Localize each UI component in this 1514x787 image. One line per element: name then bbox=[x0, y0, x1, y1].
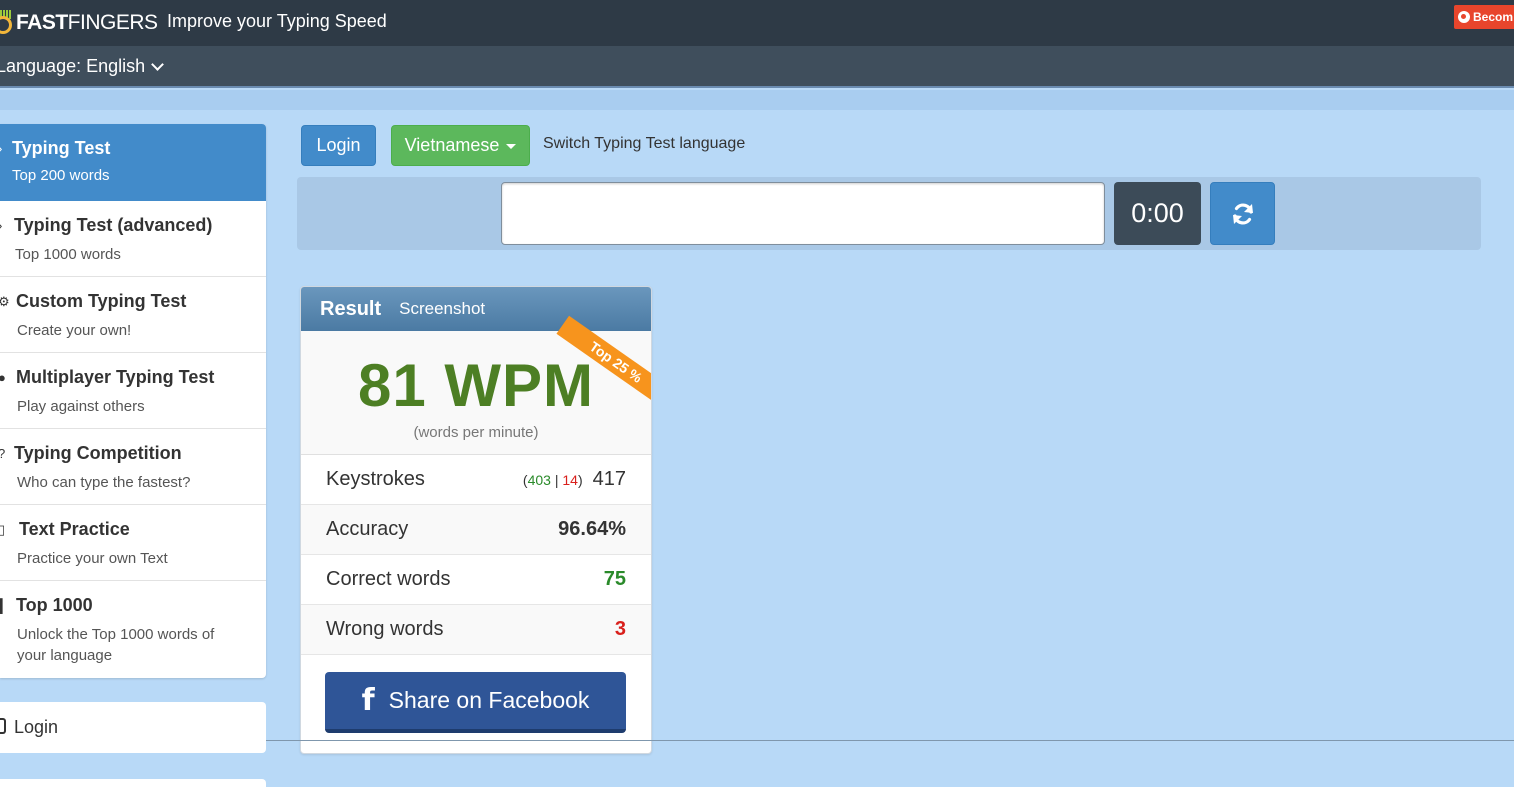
sidebar-menu: › Typing Test Top 200 words › Typing Tes… bbox=[0, 124, 266, 678]
wrong-words-row: Wrong words 3 bbox=[301, 605, 651, 655]
trophy-icon: ? bbox=[0, 446, 5, 461]
logo-icon bbox=[0, 10, 14, 36]
sidebar-item-title: Multiplayer Typing Test bbox=[16, 367, 215, 387]
wrong-words-value: 3 bbox=[614, 618, 626, 640]
wpm-caption: (words per minute) bbox=[413, 424, 539, 441]
site-logo[interactable]: FASTFINGERS bbox=[0, 8, 158, 38]
result-header: Result Screenshot bbox=[301, 287, 651, 331]
document-icon: ▯ bbox=[0, 522, 6, 537]
chevron-down-icon bbox=[151, 57, 164, 71]
sub-band bbox=[0, 90, 1514, 110]
language-bar: Language: English bbox=[0, 46, 1514, 88]
sidebar-item-title: Typing Test bbox=[12, 138, 111, 158]
patreon-icon bbox=[1458, 11, 1470, 23]
site-tagline: Improve your Typing Speed bbox=[167, 11, 387, 31]
sidebar-login-label: Login bbox=[14, 717, 59, 737]
patreon-button[interactable]: Becom bbox=[1454, 5, 1514, 29]
cogs-icon: ⚙ bbox=[0, 294, 10, 309]
sidebar-item-subtitle: Unlock the Top 1000 words of your langua… bbox=[17, 626, 215, 664]
sidebar-item-title: Typing Competition bbox=[14, 443, 182, 463]
accuracy-label: Accuracy bbox=[326, 518, 409, 540]
correct-words-value: 75 bbox=[603, 568, 626, 590]
accuracy-row: Accuracy 96.64% bbox=[301, 505, 651, 555]
test-language-label: Vietnamese bbox=[404, 135, 500, 155]
timer: 0:00 bbox=[1114, 182, 1201, 245]
facebook-icon: f bbox=[361, 683, 375, 718]
reload-button[interactable] bbox=[1210, 182, 1275, 245]
site-language-label: Language: English bbox=[0, 56, 146, 76]
sidebar-item-subtitle: Practice your own Text bbox=[17, 550, 168, 567]
sidebar-item-title: Typing Test (advanced) bbox=[14, 215, 213, 235]
sidebar-item-subtitle: Top 1000 words bbox=[15, 246, 121, 263]
sidebar-login[interactable]: Login bbox=[0, 702, 266, 753]
users-icon: ● bbox=[0, 370, 6, 385]
sidebar-item-subtitle: Who can type the fastest? bbox=[17, 474, 191, 491]
screenshot-link[interactable]: Screenshot bbox=[399, 299, 485, 319]
keystrokes-total: 417 bbox=[592, 468, 626, 490]
accuracy-value: 96.64% bbox=[558, 518, 626, 540]
login-icon bbox=[0, 718, 6, 734]
keystrokes-correct: 403 bbox=[527, 472, 551, 488]
chevron-right-icon: › bbox=[0, 218, 2, 233]
share-facebook-label: Share on Facebook bbox=[388, 687, 590, 713]
keystrokes-row: Keystrokes (403 | 14) 417 bbox=[301, 455, 651, 505]
bar-chart-icon: ▌ bbox=[0, 598, 8, 613]
top-navbar: FASTFINGERS Improve your Typing Speed Be… bbox=[0, 0, 1514, 46]
sidebar-next-box bbox=[0, 779, 266, 787]
sidebar-item-title: Text Practice bbox=[19, 519, 130, 539]
wpm-area: Top 25 % 81 WPM (words per minute) bbox=[301, 315, 651, 455]
keystrokes-wrong: 14 bbox=[562, 472, 578, 488]
result-title: Result bbox=[320, 297, 382, 320]
typing-input[interactable] bbox=[501, 182, 1105, 245]
keystrokes-breakdown: (403 | 14) bbox=[522, 472, 583, 488]
wrong-words-label: Wrong words bbox=[326, 618, 444, 640]
sidebar-item-typing-test-advanced[interactable]: › Typing Test (advanced) Top 1000 words bbox=[0, 201, 266, 277]
refresh-icon bbox=[1232, 203, 1253, 224]
sidebar-item-title: Top 1000 bbox=[16, 595, 93, 615]
correct-words-label: Correct words bbox=[326, 568, 451, 590]
keystrokes-label: Keystrokes bbox=[326, 468, 425, 490]
sidebar-item-custom-typing-test[interactable]: ⚙ Custom Typing Test Create your own! bbox=[0, 277, 266, 353]
keystrokes-value: (403 | 14) 417 bbox=[523, 468, 626, 491]
logo-text: FASTFINGERS bbox=[16, 11, 158, 34]
divider-line bbox=[266, 740, 1514, 741]
test-language-dropdown[interactable]: Vietnamese bbox=[391, 125, 530, 166]
sidebar-item-multiplayer[interactable]: ● Multiplayer Typing Test Play against o… bbox=[0, 353, 266, 429]
login-button-label: Login bbox=[316, 135, 361, 155]
caret-down-icon bbox=[506, 144, 517, 149]
chevron-right-icon: › bbox=[0, 141, 2, 156]
sidebar-item-subtitle: Play against others bbox=[17, 398, 145, 415]
sidebar-item-title: Custom Typing Test bbox=[16, 291, 187, 311]
result-panel: Result Screenshot Top 25 % 81 WPM (words… bbox=[300, 286, 652, 754]
patreon-label: Becom bbox=[1473, 10, 1514, 24]
sidebar-item-competition[interactable]: ? Typing Competition Who can type the fa… bbox=[0, 429, 266, 505]
share-facebook-button[interactable]: f Share on Facebook bbox=[325, 672, 626, 733]
sidebar-item-typing-test[interactable]: › Typing Test Top 200 words bbox=[0, 124, 266, 201]
sidebar-item-top-1000[interactable]: ▌ Top 1000 Unlock the Top 1000 words of … bbox=[0, 581, 266, 678]
sidebar-item-text-practice[interactable]: ▯ Text Practice Practice your own Text bbox=[0, 505, 266, 581]
switch-language-text: Switch Typing Test language bbox=[543, 135, 746, 152]
correct-words-row: Correct words 75 bbox=[301, 555, 651, 605]
login-button[interactable]: Login bbox=[301, 125, 376, 166]
sidebar-item-subtitle: Top 200 words bbox=[12, 167, 110, 184]
site-language-dropdown[interactable]: Language: English bbox=[0, 56, 164, 77]
sidebar-item-subtitle: Create your own! bbox=[17, 322, 132, 339]
